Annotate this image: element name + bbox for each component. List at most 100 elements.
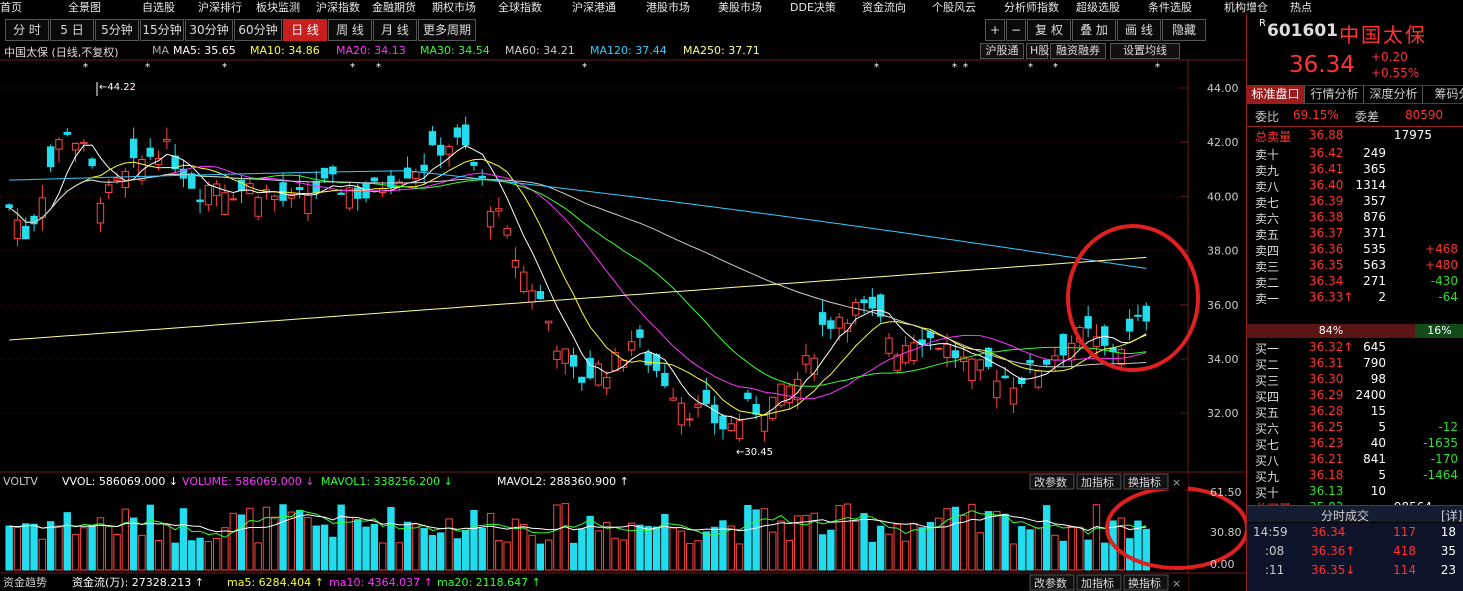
- bid-row-8[interactable]: 买九 36.18 5 -1464: [1247, 468, 1463, 484]
- ask-row-9[interactable]: 卖一 36.33↑ 2 -64: [1247, 290, 1463, 306]
- volume-bar: [22, 523, 30, 571]
- event-marker[interactable]: *: [1053, 62, 1058, 73]
- bid-row-7[interactable]: 买八 36.21 841 -170: [1247, 452, 1463, 468]
- event-marker[interactable]: *: [83, 62, 88, 73]
- bid-row-3[interactable]: 买四 36.29 2400: [1247, 388, 1463, 404]
- bid-row-6[interactable]: 买七 36.23 40 -1635: [1247, 436, 1463, 452]
- volume-bar: [860, 513, 868, 571]
- ask-row-8[interactable]: 卖二 36.34 271 -430: [1247, 274, 1463, 290]
- candle-body: [46, 146, 55, 168]
- event-marker[interactable]: *: [1155, 62, 1160, 73]
- candle-body: [727, 423, 735, 432]
- ask-row-6[interactable]: 卖四 36.36 535 +468: [1247, 242, 1463, 258]
- candle-body: [694, 403, 702, 408]
- volume-bar: [13, 526, 22, 571]
- tick-price: 36.35↓: [1311, 563, 1356, 577]
- ask-row-0[interactable]: 卖十 36.42 249: [1247, 146, 1463, 162]
- ask-row-8-volume: 271: [1363, 274, 1386, 288]
- bid-row-1-label: 买二: [1255, 358, 1280, 372]
- volume-bar: [163, 524, 171, 571]
- volume-bar: [777, 520, 785, 571]
- fund-close-icon[interactable]: ×: [1172, 577, 1181, 590]
- candle-body: [105, 184, 113, 194]
- event-marker[interactable]: *: [952, 62, 957, 73]
- volume-bar: [926, 521, 935, 571]
- fund-button-label-1: 加指标: [1081, 576, 1114, 590]
- event-marker[interactable]: *: [145, 62, 150, 73]
- candle-body: [196, 199, 204, 203]
- candle-body: [1026, 360, 1034, 364]
- fund-indicator-name: 资金趋势: [3, 575, 47, 589]
- price-axis-label-1: 42.00: [1207, 136, 1239, 149]
- volume-bar: [710, 526, 719, 571]
- candle-body: [254, 197, 262, 217]
- tick-count: 18: [1440, 525, 1456, 539]
- candle-body: [138, 158, 146, 181]
- event-marker[interactable]: *: [963, 62, 968, 73]
- candle-body: [719, 415, 727, 430]
- kline-chart[interactable]: 44.00 42.00 40.00 38.00 36.00 34.00 32.00 ←44.2…: [0, 0, 1246, 591]
- ma60-line: [8, 173, 1147, 368]
- volume-bar: [719, 520, 727, 571]
- bid-row-3-label: 买四: [1255, 390, 1280, 404]
- ticks-detail-link[interactable]: [详]: [1441, 507, 1462, 524]
- bid-row-8-price: 36.18: [1309, 468, 1344, 482]
- sell-total-row-price: 36.88: [1309, 128, 1344, 142]
- ma5-line: [8, 144, 1147, 421]
- bid-row-5-volume: 5: [1378, 420, 1386, 434]
- ask-row-0-label: 卖十: [1255, 148, 1280, 162]
- event-marker[interactable]: *: [222, 62, 227, 73]
- ask-row-4-label: 卖六: [1255, 212, 1280, 226]
- volume-bar: [544, 539, 553, 571]
- bid-row-4[interactable]: 买五 36.28 15: [1247, 404, 1463, 420]
- ask-row-8-label: 卖二: [1255, 276, 1280, 290]
- bid-row-5[interactable]: 买六 36.25 5 -12: [1247, 420, 1463, 436]
- volume-bar: [229, 512, 237, 571]
- ask-row-3[interactable]: 卖七 36.39 357: [1247, 194, 1463, 210]
- candle-body: [486, 210, 495, 228]
- volume-bar: [237, 514, 246, 571]
- ask-row-2[interactable]: 卖八 36.40 1314: [1247, 178, 1463, 194]
- vol-close-icon[interactable]: ×: [1172, 476, 1181, 489]
- menu-item-19[interactable]: 热点: [1290, 0, 1312, 14]
- volume-bar: [536, 543, 545, 571]
- quote-tab-2[interactable]: 深度分析: [1365, 86, 1423, 103]
- bid-row-1[interactable]: 买二 36.31 790: [1247, 356, 1463, 372]
- event-marker[interactable]: *: [376, 62, 381, 73]
- event-marker[interactable]: *: [1028, 62, 1033, 73]
- candle-body: [129, 138, 138, 159]
- candle-body: [536, 291, 545, 300]
- event-marker[interactable]: *: [350, 62, 355, 73]
- volume-bar: [5, 525, 13, 571]
- candle-body: [295, 187, 304, 191]
- volume-bar: [752, 509, 760, 571]
- ask-row-1-volume: 365: [1363, 162, 1386, 176]
- bid-row-0[interactable]: 买一 36.32↑ 645: [1247, 340, 1463, 356]
- quote-tab-1[interactable]: 行情分析: [1306, 86, 1364, 103]
- ask-row-7[interactable]: 卖三 36.35 563 +480: [1247, 258, 1463, 274]
- high-annotation: ←44.22: [99, 82, 136, 93]
- volume-bar: [611, 537, 619, 571]
- volume-bar: [769, 531, 777, 571]
- volume-bar: [129, 517, 138, 571]
- bid-row-7-change: -170: [1430, 452, 1458, 466]
- price-axis-label-0: 44.00: [1207, 82, 1239, 95]
- volume-bar: [329, 536, 337, 571]
- quote-tab-3[interactable]: 筹码分: [1424, 86, 1463, 103]
- sell-total-row[interactable]: 总卖量 36.88 17975: [1247, 128, 1463, 144]
- event-marker[interactable]: *: [582, 62, 587, 73]
- volume-bar: [254, 542, 262, 571]
- ask-row-5[interactable]: 卖五 36.37 371: [1247, 226, 1463, 242]
- quote-tab-0[interactable]: 标准盘口: [1247, 86, 1305, 103]
- ratio-sell: 16%: [1415, 324, 1463, 338]
- volume-bar: [138, 534, 146, 571]
- ask-row-1[interactable]: 卖九 36.41 365: [1247, 162, 1463, 178]
- ask-row-4[interactable]: 卖六 36.38 876: [1247, 210, 1463, 226]
- bid-row-2[interactable]: 买三 36.30 98: [1247, 372, 1463, 388]
- candle-body: [876, 294, 885, 317]
- bid-row-5-change: -12: [1438, 420, 1458, 434]
- bid-row-9[interactable]: 买十 36.13 10: [1247, 484, 1463, 500]
- volume-bar: [959, 514, 968, 571]
- tick-volume: 114: [1393, 563, 1416, 577]
- event-marker[interactable]: *: [874, 62, 879, 73]
